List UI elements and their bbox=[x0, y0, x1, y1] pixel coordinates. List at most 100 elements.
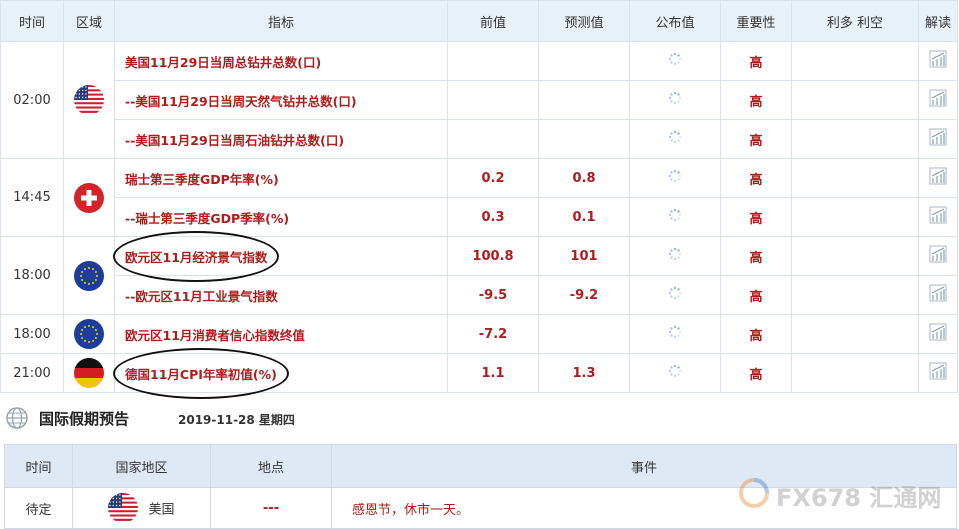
impact-cell bbox=[791, 314, 919, 354]
interpret-cell[interactable] bbox=[918, 275, 958, 315]
event-time: 14:45 bbox=[0, 158, 64, 237]
previous-value: -7.2 bbox=[447, 314, 539, 354]
indicator-link[interactable]: 瑞士第三季度GDP年率(%) bbox=[125, 169, 279, 188]
previous-value: 0.2 bbox=[447, 158, 539, 198]
published-value bbox=[629, 314, 721, 354]
interpret-cell[interactable] bbox=[918, 158, 958, 198]
indicator-link[interactable]: --美国11月29日当周天然气钻井总数(口) bbox=[125, 91, 357, 110]
calendar-row: 18:00 欧元区11月经济景气指数 100.8 101 高 bbox=[0, 230, 958, 315]
eu-flag-icon bbox=[74, 319, 104, 349]
indicator-link[interactable]: 欧元区11月经济景气指数 bbox=[112, 230, 280, 282]
importance-value: 高 bbox=[720, 41, 792, 81]
forecast-value bbox=[538, 119, 630, 159]
holiday-header-place: 地点 bbox=[210, 444, 332, 488]
holiday-time: 待定 bbox=[4, 487, 73, 529]
event-time: 02:00 bbox=[0, 41, 64, 159]
holiday-section-header: 国际假期预告 2019-11-28 星期四 bbox=[6, 404, 566, 434]
chart-analysis-icon[interactable] bbox=[929, 167, 947, 185]
calendar-row: 14:45 瑞士第三季度GDP年率(%) 0.2 0.8 高 bbox=[0, 158, 958, 237]
previous-value: -9.5 bbox=[447, 275, 539, 315]
indicator-cell: 瑞士第三季度GDP年率(%) bbox=[114, 158, 448, 198]
impact-cell bbox=[791, 236, 919, 276]
loading-spinner-icon bbox=[668, 208, 682, 222]
holiday-header-country: 国家地区 bbox=[72, 444, 211, 488]
interpret-cell[interactable] bbox=[918, 80, 958, 120]
interpret-cell[interactable] bbox=[918, 119, 958, 159]
region-cell bbox=[63, 158, 115, 237]
germany-flag-icon bbox=[74, 358, 104, 388]
previous-value bbox=[447, 80, 539, 120]
importance-value: 高 bbox=[720, 80, 792, 120]
indicator-link[interactable]: --欧元区11月工业景气指数 bbox=[125, 286, 278, 305]
previous-value bbox=[447, 41, 539, 81]
region-cell bbox=[63, 236, 115, 315]
published-value bbox=[629, 80, 721, 120]
interpret-cell[interactable] bbox=[918, 353, 958, 393]
calendar-body: 02:00 美国11月29日当周总钻井总数(口) 高 --美国11月29日当周天然气钻… bbox=[0, 41, 958, 399]
impact-cell bbox=[791, 80, 919, 120]
calendar-row: --美国11月29日当周天然气钻井总数(口) 高 bbox=[1, 80, 958, 120]
indicator-link[interactable]: 欧元区11月消费者信心指数终值 bbox=[125, 325, 305, 344]
holiday-header-time: 时间 bbox=[4, 444, 73, 488]
region-cell bbox=[63, 353, 115, 393]
loading-spinner-icon bbox=[668, 247, 682, 261]
forecast-value: 1.3 bbox=[538, 353, 630, 393]
impact-cell bbox=[791, 41, 919, 81]
chart-analysis-icon[interactable] bbox=[929, 128, 947, 146]
interpret-cell[interactable] bbox=[918, 314, 958, 354]
indicator-cell: 德国11月CPI年率初值(%) bbox=[113, 347, 448, 399]
published-value bbox=[629, 197, 721, 237]
header-previous: 前值 bbox=[447, 0, 539, 42]
loading-spinner-icon bbox=[668, 325, 682, 339]
published-value bbox=[629, 158, 721, 198]
calendar-header-row: 时间 区域 指标 前值 预测值 公布值 重要性 利多 利空 解读 bbox=[0, 0, 958, 42]
indicator-link[interactable]: --瑞士第三季度GDP季率(%) bbox=[125, 208, 289, 227]
previous-value: 1.1 bbox=[447, 353, 539, 393]
chart-analysis-icon[interactable] bbox=[929, 323, 947, 341]
header-impact: 利多 利空 bbox=[791, 0, 919, 42]
importance-value: 高 bbox=[720, 314, 792, 354]
holiday-title: 国际假期预告 bbox=[39, 410, 130, 428]
published-value bbox=[629, 236, 721, 276]
chart-analysis-icon[interactable] bbox=[929, 284, 947, 302]
chart-analysis-icon[interactable] bbox=[929, 206, 947, 224]
fx678-logo-icon bbox=[739, 478, 769, 508]
globe-icon bbox=[6, 407, 28, 429]
loading-spinner-icon bbox=[668, 91, 682, 105]
chart-analysis-icon[interactable] bbox=[929, 50, 947, 68]
importance-value: 高 bbox=[720, 197, 792, 237]
loading-spinner-icon bbox=[668, 286, 682, 300]
published-value bbox=[629, 119, 721, 159]
chart-analysis-icon[interactable] bbox=[929, 89, 947, 107]
interpret-cell[interactable] bbox=[918, 197, 958, 237]
chart-analysis-icon[interactable] bbox=[929, 362, 947, 380]
header-published: 公布值 bbox=[629, 0, 721, 42]
event-time: 18:00 bbox=[0, 314, 64, 354]
impact-cell bbox=[791, 275, 919, 315]
us-flag-icon bbox=[108, 493, 139, 523]
indicator-cell: --美国11月29日当周天然气钻井总数(口) bbox=[114, 80, 448, 120]
previous-value: 0.3 bbox=[447, 197, 539, 237]
importance-value: 高 bbox=[720, 158, 792, 198]
header-region: 区域 bbox=[63, 0, 115, 42]
loading-spinner-icon bbox=[668, 130, 682, 144]
calendar-row: 02:00 美国11月29日当周总钻井总数(口) 高 bbox=[0, 41, 958, 159]
indicator-link[interactable]: --美国11月29日当周石油钻井总数(口) bbox=[125, 130, 344, 149]
watermark-text: FX678 汇通网 bbox=[776, 484, 942, 512]
forecast-value bbox=[538, 314, 630, 354]
interpret-cell[interactable] bbox=[918, 236, 958, 276]
header-importance: 重要性 bbox=[720, 0, 792, 42]
header-indicator: 指标 bbox=[114, 0, 448, 42]
chart-analysis-icon[interactable] bbox=[929, 245, 947, 263]
impact-cell bbox=[791, 158, 919, 198]
indicator-link[interactable]: 德国11月CPI年率初值(%) bbox=[113, 347, 289, 399]
forecast-value: 0.8 bbox=[538, 158, 630, 198]
calendar-row: 21:00 德国11月CPI年率初值(%) 1.1 1.3 高 bbox=[0, 347, 958, 399]
published-value bbox=[629, 41, 721, 81]
indicator-cell: 美国11月29日当周总钻井总数(口) bbox=[114, 41, 448, 81]
us-flag-icon bbox=[74, 85, 104, 115]
interpret-cell[interactable] bbox=[918, 41, 958, 81]
holiday-country-cell: 美国 bbox=[72, 487, 211, 529]
loading-spinner-icon bbox=[668, 52, 682, 66]
indicator-link[interactable]: 美国11月29日当周总钻井总数(口) bbox=[125, 52, 321, 71]
